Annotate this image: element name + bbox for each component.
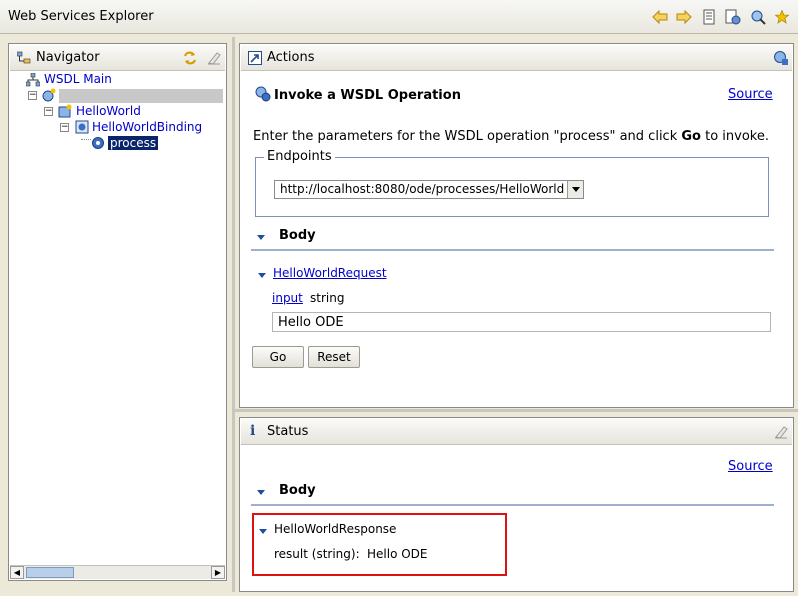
status-body-divider bbox=[251, 504, 774, 506]
navigator-tree: WSDL Main − − HelloWorld − HelloWorldBin… bbox=[9, 71, 226, 567]
tree-item-process[interactable]: process bbox=[106, 135, 160, 151]
endpoints-legend: Endpoints bbox=[264, 149, 335, 164]
tree-item-wsdl-main[interactable]: WSDL Main bbox=[44, 72, 112, 86]
instruction-suffix: to invoke. bbox=[700, 129, 769, 144]
scroll-left-button[interactable]: ◀ bbox=[10, 566, 24, 579]
navigator-header: Navigator bbox=[10, 45, 225, 71]
info-icon: i bbox=[250, 423, 256, 439]
reset-button[interactable]: Reset bbox=[308, 346, 360, 368]
collapse-toggle[interactable]: − bbox=[44, 107, 53, 116]
status-body-label: Body bbox=[279, 483, 316, 498]
star-icon[interactable] bbox=[774, 9, 790, 25]
title-bar: Web Services Explorer bbox=[0, 0, 798, 34]
navigator-panel: Navigator WSDL Main − − HelloWorld − Hel… bbox=[8, 43, 227, 581]
uddi-page-icon[interactable] bbox=[750, 9, 766, 25]
wsdl-service-icon bbox=[42, 88, 56, 105]
result-label: result (string): bbox=[274, 547, 360, 561]
collapse-toggle[interactable]: − bbox=[28, 91, 37, 100]
response-collapse-icon[interactable] bbox=[259, 529, 267, 534]
favorites-icon[interactable] bbox=[701, 9, 717, 25]
tree-item-helloworld[interactable]: HelloWorld bbox=[76, 104, 141, 118]
refresh-icon[interactable] bbox=[182, 50, 198, 69]
wsdl-page-icon[interactable] bbox=[725, 9, 741, 25]
result-value: Hello ODE bbox=[367, 547, 428, 561]
tree-item-helloworldbinding[interactable]: HelloWorldBinding bbox=[92, 120, 202, 134]
actions-title: Actions bbox=[267, 50, 315, 65]
back-arrow-icon[interactable] bbox=[652, 9, 668, 25]
request-collapse-icon[interactable] bbox=[258, 273, 266, 278]
chevron-down-icon[interactable] bbox=[567, 181, 583, 198]
navigator-title: Navigator bbox=[36, 50, 100, 65]
app-title: Web Services Explorer bbox=[8, 9, 154, 24]
param-value-input[interactable] bbox=[272, 312, 771, 332]
body-divider bbox=[251, 249, 774, 251]
invoke-heading: Invoke a WSDL Operation bbox=[274, 88, 461, 103]
endpoint-selected-value: http://localhost:8080/ode/processes/Hell… bbox=[280, 182, 565, 196]
param-type: string bbox=[310, 291, 345, 305]
go-button[interactable]: Go bbox=[252, 346, 304, 368]
body-collapse-icon[interactable] bbox=[257, 235, 265, 240]
clear-icon[interactable] bbox=[206, 50, 222, 69]
param-name-link[interactable]: input bbox=[272, 291, 303, 305]
scroll-right-button[interactable]: ▶ bbox=[211, 566, 225, 579]
forward-arrow-icon[interactable] bbox=[676, 9, 692, 25]
vertical-splitter[interactable] bbox=[232, 37, 235, 592]
wsdl-operation-icon[interactable] bbox=[773, 50, 789, 69]
wsdl-main-icon bbox=[25, 72, 41, 90]
actions-icon bbox=[248, 51, 262, 68]
status-header: i Status bbox=[241, 419, 792, 445]
invoke-icon bbox=[255, 86, 271, 105]
scroll-thumb[interactable] bbox=[26, 567, 74, 578]
instruction-go-bold: Go bbox=[681, 129, 701, 144]
actions-source-link[interactable]: Source bbox=[728, 87, 773, 102]
horizontal-splitter[interactable] bbox=[235, 409, 798, 412]
navigator-hscrollbar[interactable]: ◀ ▶ bbox=[10, 565, 225, 579]
instruction-text: Enter the parameters for the WSDL operat… bbox=[253, 129, 769, 144]
tree-connector bbox=[81, 139, 91, 140]
status-source-link[interactable]: Source bbox=[728, 459, 773, 474]
body-label: Body bbox=[279, 228, 316, 243]
actions-header: Actions bbox=[241, 45, 792, 71]
request-link[interactable]: HelloWorldRequest bbox=[273, 266, 387, 280]
response-label: HelloWorldResponse bbox=[274, 522, 397, 536]
status-panel: i Status Source Body HelloWorldResponse … bbox=[239, 417, 794, 592]
tree-item-redacted[interactable] bbox=[59, 89, 223, 103]
navigator-icon bbox=[16, 51, 31, 68]
binding-icon bbox=[75, 120, 89, 137]
response-highlight-box: HelloWorldResponse result (string): Hell… bbox=[252, 513, 507, 576]
collapse-toggle[interactable]: − bbox=[60, 123, 69, 132]
status-body-collapse-icon[interactable] bbox=[257, 490, 265, 495]
clear-status-icon[interactable] bbox=[773, 424, 789, 443]
instruction-prefix: Enter the parameters for the WSDL operat… bbox=[253, 129, 682, 144]
service-icon bbox=[58, 104, 72, 121]
status-title: Status bbox=[267, 424, 309, 439]
operation-icon bbox=[91, 136, 105, 153]
endpoints-group: Endpoints http://localhost:8080/ode/proc… bbox=[255, 149, 769, 217]
actions-panel: Actions Invoke a WSDL Operation Source E… bbox=[239, 43, 794, 408]
endpoint-select[interactable]: http://localhost:8080/ode/processes/Hell… bbox=[274, 180, 584, 199]
